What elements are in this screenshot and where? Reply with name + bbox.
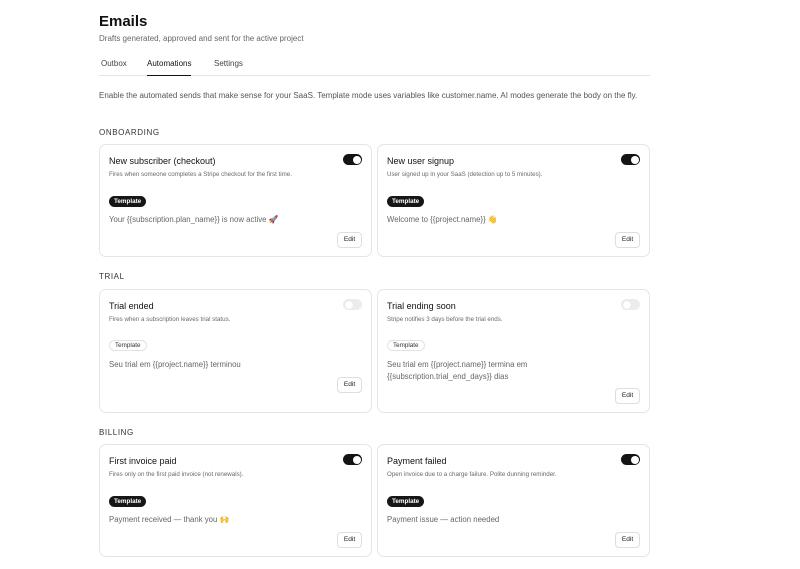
intro-text: Enable the automated sends that make sen… xyxy=(99,91,638,100)
toggle-knob xyxy=(344,300,353,309)
enable-toggle[interactable] xyxy=(621,154,640,165)
toggle-knob xyxy=(622,300,631,309)
edit-button[interactable]: Edit xyxy=(337,532,362,548)
enable-toggle[interactable] xyxy=(621,299,640,310)
toggle-knob xyxy=(352,155,361,164)
page-title: Emails xyxy=(99,13,148,30)
automation-card-new-subscriber: New subscriber (checkout) Fires when som… xyxy=(99,144,372,257)
edit-button[interactable]: Edit xyxy=(615,532,640,548)
card-description: Fires only on the first paid invoice (no… xyxy=(109,471,244,478)
card-body-preview: Welcome to {{project.name}} 👋 xyxy=(387,215,498,224)
card-body-preview: Your {{subscription.plan_name}} is now a… xyxy=(109,215,279,224)
card-description: Fires when someone completes a Stripe ch… xyxy=(109,171,292,178)
toggle-knob xyxy=(352,455,361,464)
card-body-preview: Seu trial em {{project.name}} terminou xyxy=(109,360,241,369)
toggle-knob xyxy=(630,155,639,164)
mode-badge: Template xyxy=(109,196,147,207)
mode-badge: Template xyxy=(109,340,147,351)
edit-button[interactable]: Edit xyxy=(337,232,362,248)
edit-button[interactable]: Edit xyxy=(337,377,362,393)
section-label-onboarding: ONBOARDING xyxy=(99,128,160,137)
automation-card-payment-failed: Payment failed Open invoice due to a cha… xyxy=(377,444,650,557)
mode-badge: Template xyxy=(387,196,425,207)
mode-badge: Template xyxy=(387,340,425,351)
enable-toggle[interactable] xyxy=(343,154,362,165)
card-description: Open invoice due to a charge failure. Po… xyxy=(387,471,557,478)
enable-toggle[interactable] xyxy=(343,454,362,465)
card-body-preview: Payment issue — action needed xyxy=(387,515,500,524)
edit-button[interactable]: Edit xyxy=(615,232,640,248)
tab-settings[interactable]: Settings xyxy=(214,59,243,76)
card-description: Stripe notifies 3 days before the trial … xyxy=(387,316,503,323)
tab-automations[interactable]: Automations xyxy=(147,59,192,76)
page-subtitle: Drafts generated, approved and sent for … xyxy=(99,34,304,43)
mode-badge: Template xyxy=(387,496,425,507)
mode-badge: Template xyxy=(109,496,147,507)
enable-toggle[interactable] xyxy=(343,299,362,310)
toggle-knob xyxy=(630,455,639,464)
enable-toggle[interactable] xyxy=(621,454,640,465)
card-body-preview: Seu trial em {{project.name}} termina em… xyxy=(387,360,528,381)
card-description: Fires when a subscription leaves trial s… xyxy=(109,316,231,323)
card-body-preview: Payment received — thank you 🙌 xyxy=(109,515,230,524)
card-title: First invoice paid xyxy=(109,456,177,466)
card-title: New user signup xyxy=(387,156,455,166)
automation-card-new-user-signup: New user signup User signed up in your S… xyxy=(377,144,650,257)
card-title: Trial ended xyxy=(109,301,154,311)
automation-card-trial-ending-soon: Trial ending soon Stripe notifies 3 days… xyxy=(377,289,650,413)
section-label-trial: TRIAL xyxy=(99,272,125,281)
edit-button[interactable]: Edit xyxy=(615,388,640,404)
tab-outbox[interactable]: Outbox xyxy=(101,59,127,76)
card-description: User signed up in your SaaS (detection u… xyxy=(387,171,543,178)
automation-card-trial-ended: Trial ended Fires when a subscription le… xyxy=(99,289,372,413)
card-title: Payment failed xyxy=(387,456,447,466)
tab-bar: Outbox Automations Settings xyxy=(99,56,650,76)
automation-card-first-invoice-paid: First invoice paid Fires only on the fir… xyxy=(99,444,372,557)
card-title: Trial ending soon xyxy=(387,301,456,311)
section-label-billing: BILLING xyxy=(99,428,134,437)
card-title: New subscriber (checkout) xyxy=(109,156,216,166)
